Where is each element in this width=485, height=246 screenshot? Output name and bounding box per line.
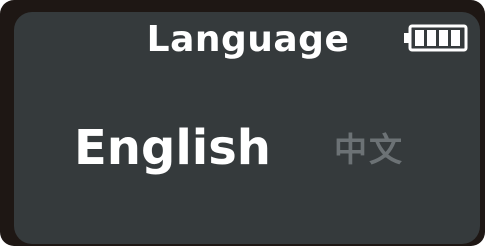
battery-full-icon xyxy=(404,24,468,52)
device-screen: Language English 中文 xyxy=(14,12,480,244)
language-option-chinese[interactable]: 中文 xyxy=(334,128,404,172)
language-option-english[interactable]: English xyxy=(74,112,271,184)
device-bezel: Language English 中文 xyxy=(0,0,485,246)
language-options: English 中文 xyxy=(14,112,480,192)
